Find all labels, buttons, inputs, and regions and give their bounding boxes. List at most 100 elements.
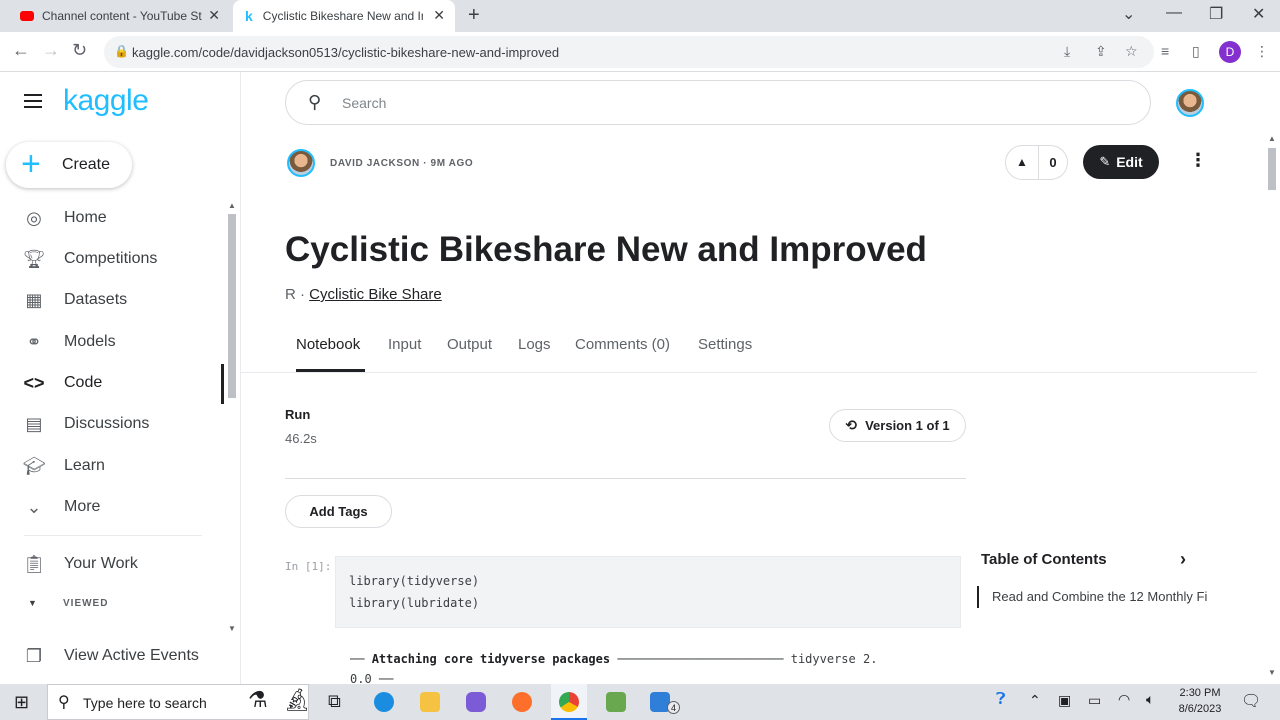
section-divider <box>285 478 966 479</box>
youtube-icon <box>20 11 34 21</box>
close-tab-icon[interactable]: ✕ <box>208 7 220 24</box>
sidebar-item-models[interactable]: ⚭ Models <box>0 322 225 362</box>
file-explorer-icon[interactable] <box>420 692 440 712</box>
tab-logs[interactable]: Logs <box>518 336 551 353</box>
code-line: library(lubridate) <box>349 596 480 610</box>
browser-profile-avatar[interactable]: D <box>1219 41 1241 63</box>
toc-item[interactable]: Read and Combine the 12 Monthly Files <box>977 586 1207 608</box>
language-label: R · <box>285 286 305 303</box>
dataset-link[interactable]: Cyclistic Bike Share <box>309 286 442 303</box>
help-icon[interactable]: ❓︎ <box>996 691 1006 709</box>
models-icon: ⚭ <box>26 331 42 352</box>
sidebar-item-learn[interactable]: 🎓︎ Learn <box>0 446 225 486</box>
events-icon: ❐ <box>25 645 43 666</box>
tab-notebook[interactable]: Notebook <box>296 336 360 353</box>
side-panel-icon[interactable]: ▯ <box>1192 43 1200 60</box>
new-tab-icon[interactable]: + <box>468 4 480 27</box>
upvote-arrow-icon[interactable]: ▲ <box>1006 146 1039 179</box>
address-bar[interactable]: 🔒 kaggle.com/code/davidjackson0513/cycli… <box>104 36 1154 68</box>
tab-search-icon[interactable]: ⌄ <box>1122 4 1135 24</box>
sidebar-item-datasets[interactable]: ▦ Datasets <box>0 280 225 320</box>
maximize-icon[interactable]: ❐ <box>1209 4 1223 24</box>
app-hex-icon[interactable] <box>466 692 486 712</box>
volume-icon[interactable]: 🔈︎ <box>1146 691 1154 708</box>
chrome-taskbar-item[interactable] <box>551 684 587 720</box>
reload-icon[interactable]: ↻ <box>72 40 87 61</box>
create-button[interactable]: + Create <box>6 142 132 188</box>
kaggle-logo[interactable]: kaggle <box>63 84 149 118</box>
sidebar-item-code[interactable]: <> Code <box>0 363 225 403</box>
upvote-widget[interactable]: ▲ 0 <box>1005 145 1068 180</box>
author-avatar[interactable] <box>287 149 315 177</box>
device-icon[interactable]: ▣ <box>1058 692 1071 709</box>
battery-icon[interactable]: ▭ <box>1088 692 1101 709</box>
reading-list-icon[interactable]: ≡ <box>1161 43 1169 59</box>
edge-icon[interactable] <box>374 692 394 712</box>
chevron-down-icon: ⌄ <box>26 496 42 517</box>
wifi-icon[interactable]: ◠ <box>1118 691 1130 708</box>
windows-start-icon[interactable]: ⊞ <box>14 692 29 713</box>
bookmark-star-icon[interactable]: ☆ <box>1125 43 1138 60</box>
edit-button[interactable]: ✎ Edit <box>1083 145 1159 179</box>
install-icon[interactable]: ⤓ <box>1064 43 1070 60</box>
task-view-icon[interactable]: ⧉ <box>328 691 341 712</box>
cell-prompt: In [1]: <box>285 560 332 573</box>
sidebar-item-competitions[interactable]: 🏆︎ Competitions <box>0 239 225 279</box>
sidebar-item-label: Learn <box>64 457 105 474</box>
sidebar-item-your-work[interactable]: 📋︎ Your Work <box>0 544 225 584</box>
scroll-down-icon[interactable]: ▼ <box>1268 668 1276 677</box>
plus-icon: + <box>21 145 41 183</box>
tab-output[interactable]: Output <box>447 336 492 353</box>
chevron-right-icon[interactable]: › <box>1180 549 1186 570</box>
version-label: Version 1 of 1 <box>865 418 950 433</box>
scroll-up-icon[interactable]: ▲ <box>1268 134 1276 143</box>
minimize-icon[interactable]: — <box>1166 4 1182 22</box>
chevron-up-icon[interactable]: ⌃ <box>1029 692 1041 709</box>
pencil-icon: ✎ <box>1099 154 1111 169</box>
tab-title: Channel content - YouTube Studio <box>42 9 202 23</box>
share-icon[interactable]: ⇪ <box>1095 43 1107 60</box>
notebook-subline: R · Cyclistic Bike Share <box>285 286 442 303</box>
more-options-icon[interactable]: ⋮ <box>1189 150 1207 171</box>
taskbar-search[interactable]: ⚲ Type here to search <box>47 684 309 720</box>
sidebar-item-discussions[interactable]: ▤ Discussions <box>0 404 225 444</box>
browser-tab-kaggle[interactable]: k Cyclistic Bikeshare New and Improved ✕ <box>233 0 455 32</box>
close-tab-icon[interactable]: ✕ <box>433 7 445 24</box>
scroll-up-icon[interactable]: ▲ <box>228 201 236 210</box>
notifications-icon[interactable]: 🗨︎ <box>1241 691 1261 711</box>
cell-output: ── Attaching core tidyverse packages ───… <box>350 652 877 666</box>
forward-icon[interactable]: → <box>42 40 60 61</box>
browser-tab-youtube[interactable]: Channel content - YouTube Studio ✕ <box>8 0 230 32</box>
tab-input[interactable]: Input <box>388 336 421 353</box>
firefox-icon[interactable] <box>512 692 532 712</box>
scroll-down-icon[interactable]: ▼ <box>228 624 236 633</box>
sidebar-item-label: Competitions <box>64 250 158 267</box>
tab-comments[interactable]: Comments (0) <box>575 336 670 353</box>
tab-settings[interactable]: Settings <box>698 336 752 353</box>
menu-icon[interactable] <box>24 94 42 112</box>
system-clock[interactable]: 2:30 PM 8/6/2023 <box>1176 685 1224 717</box>
author-line[interactable]: DAVID JACKSON · 9M AGO <box>330 158 473 169</box>
add-tags-button[interactable]: Add Tags <box>285 495 392 528</box>
compass-icon: ◎ <box>26 207 42 228</box>
main-scrollbar-thumb[interactable] <box>1268 148 1276 190</box>
search-placeholder: Search <box>342 95 387 111</box>
sidebar-scrollbar-thumb[interactable] <box>228 214 236 398</box>
sidebar-item-home[interactable]: ◎ Home <box>0 198 225 238</box>
green-app-icon[interactable] <box>606 692 626 712</box>
code-cell[interactable]: library(tidyverse) library(lubridate) <box>335 556 961 628</box>
mail-badge: 4 <box>667 701 680 714</box>
sidebar-item-label: Discussions <box>64 415 150 432</box>
view-active-events-button[interactable]: ❐ View Active Events <box>0 636 225 676</box>
sidebar-item-more[interactable]: ⌄ More <box>0 487 225 527</box>
back-icon[interactable]: ← <box>12 40 30 61</box>
sidebar-item-label: Models <box>64 333 116 350</box>
close-window-icon[interactable]: ✕ <box>1252 4 1265 24</box>
version-button[interactable]: ⟲ Version 1 of 1 <box>829 409 966 442</box>
search-input[interactable]: ⚲ Search <box>285 80 1151 125</box>
science-lab-icon: ⚗ <box>248 687 268 712</box>
clock-date: 8/6/2023 <box>1178 703 1222 715</box>
caret-down-icon[interactable]: ▼ <box>28 598 37 608</box>
user-avatar[interactable] <box>1176 89 1204 117</box>
chrome-menu-icon[interactable]: ⋮ <box>1255 43 1269 60</box>
